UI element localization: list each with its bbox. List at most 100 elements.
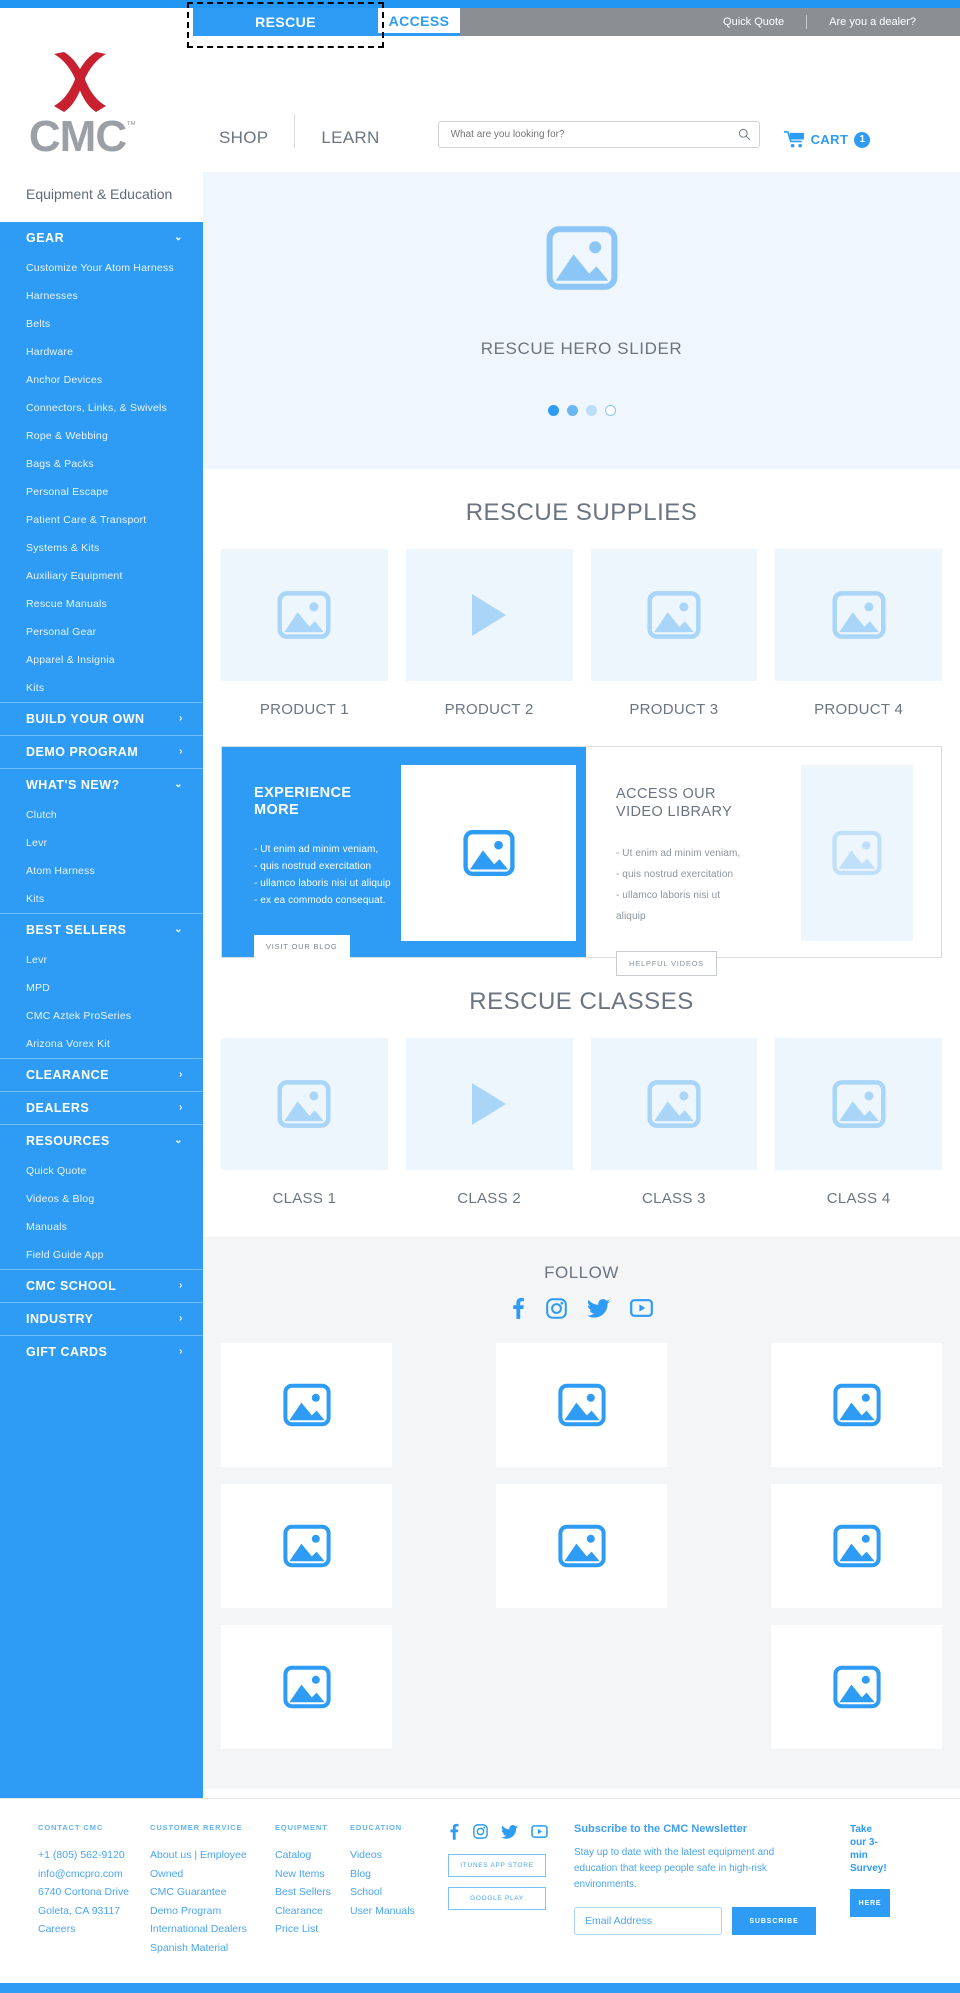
footer-link-user-manuals[interactable]: User Manuals — [350, 1902, 430, 1921]
google-play-button[interactable]: GOOGLE PLAY — [448, 1887, 546, 1910]
hero-pagination-dots[interactable] — [547, 405, 616, 416]
footer-link-catalog[interactable]: Catalog — [275, 1846, 332, 1865]
chevron-down-icon[interactable]: ⌄ — [174, 233, 183, 243]
sidebar-item-videos-blog[interactable]: Videos & Blog — [0, 1185, 203, 1213]
chevron-right-icon[interactable]: › — [179, 1314, 183, 1324]
play-icon[interactable] — [472, 594, 507, 636]
logo[interactable]: CMC ™ — [0, 36, 165, 172]
chevron-right-icon[interactable]: › — [179, 747, 183, 757]
follow-tile[interactable] — [771, 1343, 942, 1467]
card-product-1[interactable]: PRODUCT 1 — [221, 549, 388, 718]
sidebar-group-dealers[interactable]: DEALERS › — [0, 1091, 203, 1124]
nav-learn[interactable]: LEARN — [295, 128, 405, 148]
sidebar-group-gear[interactable]: GEAR ⌄ — [0, 222, 203, 254]
footer-link-clearance[interactable]: Clearance — [275, 1902, 332, 1921]
sidebar-item-levr[interactable]: Levr — [0, 829, 203, 857]
card-thumbnail[interactable] — [221, 1038, 388, 1170]
helpful-videos-button[interactable]: HELPFUL VIDEOS — [616, 951, 718, 976]
footer-link-spanish-material[interactable]: Spanish Material — [150, 1939, 257, 1958]
sidebar-item-kits[interactable]: Kits — [0, 674, 203, 702]
card-thumbnail[interactable] — [405, 1038, 573, 1170]
hero-dot-1[interactable] — [547, 405, 559, 416]
card-product-4[interactable]: PRODUCT 4 — [775, 549, 942, 718]
instagram-icon[interactable] — [473, 1824, 488, 1839]
sidebar-item-connectors-links-swivels[interactable]: Connectors, Links, & Swivels — [0, 394, 203, 422]
follow-tile[interactable] — [221, 1484, 392, 1608]
sidebar-group-resources[interactable]: RESOURCES ⌄ — [0, 1124, 203, 1157]
sidebar-item-cmc-aztek-proseries[interactable]: CMC Aztek ProSeries — [0, 1002, 203, 1030]
footer-link-about-us-employee-owned[interactable]: About us | Employee Owned — [150, 1846, 257, 1883]
card-class-1[interactable]: CLASS 1 — [221, 1038, 388, 1207]
sidebar-item-atom-harness[interactable]: Atom Harness — [0, 857, 203, 885]
sidebar-group-industry[interactable]: INDUSTRY › — [0, 1302, 203, 1335]
shopping-cart-icon[interactable] — [783, 131, 805, 148]
chevron-right-icon[interactable]: › — [179, 1070, 183, 1080]
follow-tile[interactable] — [496, 1343, 667, 1467]
sidebar-item-harnesses[interactable]: Harnesses — [0, 282, 203, 310]
footer-link-1-805-562-9120[interactable]: +1 (805) 562-9120 — [38, 1846, 132, 1865]
footer-link-cmc-guarantee[interactable]: CMC Guarantee — [150, 1883, 257, 1902]
sidebar-item-customize-your-atom-harness[interactable]: Customize Your Atom Harness — [0, 254, 203, 282]
youtube-icon[interactable] — [630, 1299, 653, 1317]
sidebar-item-apparel-insignia[interactable]: Apparel & Insignia — [0, 646, 203, 674]
twitter-icon[interactable] — [501, 1824, 518, 1839]
dealer-link[interactable]: Are you a dealer? — [807, 15, 938, 29]
search-icon[interactable] — [738, 128, 751, 141]
facebook-icon[interactable] — [510, 1297, 526, 1319]
quick-quote-link[interactable]: Quick Quote — [701, 15, 806, 29]
facebook-icon[interactable] — [448, 1823, 460, 1840]
footer-link-price-list[interactable]: Price List — [275, 1920, 332, 1939]
hero-dot-4[interactable] — [604, 405, 616, 416]
footer-link-videos[interactable]: Videos — [350, 1846, 430, 1865]
subscribe-button[interactable]: SUBSCRIBE — [732, 1907, 816, 1935]
instagram-icon[interactable] — [546, 1297, 567, 1319]
tab-access[interactable]: ACCESS — [378, 8, 460, 36]
itunes-app-store-button[interactable]: ITUNES APP STORE — [448, 1854, 546, 1877]
footer-link-info-cmcpro-com[interactable]: info@cmcpro.com — [38, 1865, 132, 1884]
footer-link-demo-program[interactable]: Demo Program — [150, 1902, 257, 1921]
sidebar-group-what-s-new[interactable]: WHAT'S NEW? ⌄ — [0, 768, 203, 801]
sidebar-item-field-guide-app[interactable]: Field Guide App — [0, 1241, 203, 1269]
sidebar-item-systems-kits[interactable]: Systems & Kits — [0, 534, 203, 562]
visit-our-blog-button[interactable]: VISIT OUR BLOG — [254, 935, 350, 958]
sidebar-item-clutch[interactable]: Clutch — [0, 801, 203, 829]
nav-shop[interactable]: SHOP — [193, 128, 294, 148]
chevron-down-icon[interactable]: ⌄ — [174, 780, 183, 790]
card-thumbnail[interactable] — [775, 549, 942, 681]
sidebar-group-demo-program[interactable]: DEMO PROGRAM › — [0, 735, 203, 768]
footer-link-careers[interactable]: Careers — [38, 1920, 132, 1939]
sidebar-item-quick-quote[interactable]: Quick Quote — [0, 1157, 203, 1185]
sidebar-group-build-your-own[interactable]: BUILD YOUR OWN › — [0, 702, 203, 735]
hero-slider[interactable]: RESCUE HERO SLIDER — [203, 172, 960, 469]
sidebar-group-gift-cards[interactable]: GIFT CARDS › — [0, 1335, 203, 1368]
card-product-2[interactable]: PRODUCT 2 — [405, 549, 573, 718]
tab-rescue-wrapper[interactable]: RESCUE — [187, 2, 384, 48]
sidebar-item-auxiliary-equipment[interactable]: Auxiliary Equipment — [0, 562, 203, 590]
footer-link-6740-cortona-drive[interactable]: 6740 Cortona Drive — [38, 1883, 132, 1902]
card-thumbnail[interactable] — [405, 549, 573, 681]
hero-dot-3[interactable] — [585, 405, 597, 416]
chevron-right-icon[interactable]: › — [179, 1103, 183, 1113]
sidebar-item-patient-care-transport[interactable]: Patient Care & Transport — [0, 506, 203, 534]
sidebar-item-mpd[interactable]: MPD — [0, 974, 203, 1002]
search-input[interactable] — [450, 129, 738, 140]
sidebar-item-levr[interactable]: Levr — [0, 946, 203, 974]
footer-link-best-sellers[interactable]: Best Sellers — [275, 1883, 332, 1902]
search-box[interactable] — [437, 121, 760, 148]
chevron-right-icon[interactable]: › — [179, 714, 183, 724]
sidebar-item-manuals[interactable]: Manuals — [0, 1213, 203, 1241]
sidebar-item-anchor-devices[interactable]: Anchor Devices — [0, 366, 203, 394]
sidebar-group-clearance[interactable]: CLEARANCE › — [0, 1058, 203, 1091]
youtube-icon[interactable] — [531, 1825, 548, 1838]
sidebar-item-personal-escape[interactable]: Personal Escape — [0, 478, 203, 506]
sidebar-item-personal-gear[interactable]: Personal Gear — [0, 618, 203, 646]
cart-button[interactable]: CART 1 — [783, 131, 871, 148]
chevron-down-icon[interactable]: ⌄ — [174, 1136, 183, 1146]
sidebar-group-best-sellers[interactable]: BEST SELLERS ⌄ — [0, 913, 203, 946]
sidebar-item-belts[interactable]: Belts — [0, 310, 203, 338]
footer-link-blog[interactable]: Blog — [350, 1865, 430, 1884]
chevron-right-icon[interactable]: › — [179, 1281, 183, 1291]
card-thumbnail[interactable] — [590, 549, 758, 681]
sidebar-group-cmc-school[interactable]: CMC SCHOOL › — [0, 1269, 203, 1302]
tab-rescue[interactable]: RESCUE — [193, 8, 378, 36]
